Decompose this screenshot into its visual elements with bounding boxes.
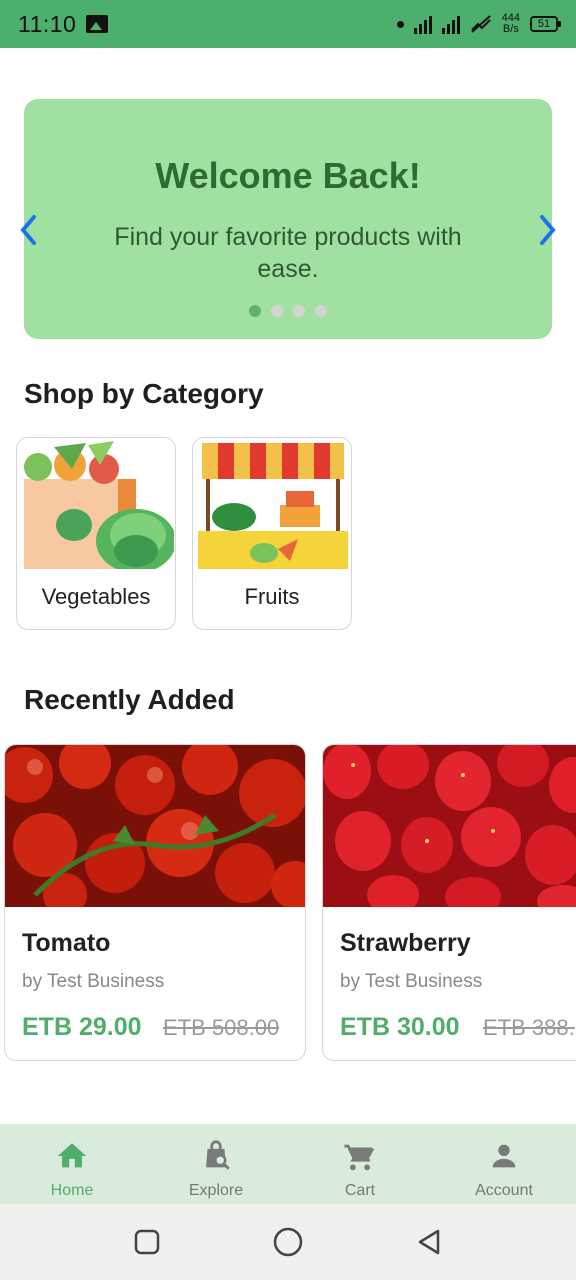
product-price: ETB 29.00 xyxy=(22,1013,142,1041)
back-triangle-icon xyxy=(418,1229,440,1255)
signal-icon xyxy=(413,14,432,34)
chevron-right-icon xyxy=(540,215,556,245)
nav-label: Home xyxy=(50,1182,94,1199)
person-icon xyxy=(486,1138,522,1174)
nav-label: Account xyxy=(475,1182,533,1199)
chevron-left-icon xyxy=(20,215,36,245)
product-name: Strawberry xyxy=(340,929,471,957)
recent-section-title: Recently Added xyxy=(24,684,235,715)
cart-icon xyxy=(342,1138,378,1174)
status-bar: 11:10 444 B/s 51 xyxy=(0,0,576,48)
bottom-navigation: Home Explore Cart Account xyxy=(0,1124,576,1204)
category-section-title: Shop by Category xyxy=(24,378,264,409)
carousel-dot[interactable] xyxy=(293,305,305,317)
category-label: Vegetables xyxy=(41,584,151,609)
tomato-photo xyxy=(5,745,305,907)
home-system-button[interactable] xyxy=(270,1224,306,1260)
system-navigation-bar xyxy=(0,1204,576,1280)
nav-label: Cart xyxy=(344,1182,376,1199)
product-name: Tomato xyxy=(22,929,111,957)
product-seller: by Test Business xyxy=(22,971,165,992)
status-time: 11:10 xyxy=(18,10,77,37)
grocery-bag-illustration xyxy=(18,439,174,569)
home-circle-icon xyxy=(273,1227,303,1257)
product-seller: by Test Business xyxy=(340,971,483,992)
wifi-off-icon xyxy=(470,15,491,33)
dot-icon xyxy=(396,20,404,28)
carousel-dot[interactable] xyxy=(315,305,327,317)
banner-title: Welcome Back! xyxy=(155,155,421,196)
carousel-dot[interactable] xyxy=(249,305,261,317)
image-icon xyxy=(86,15,109,33)
strawberry-photo xyxy=(323,745,576,907)
nav-explore[interactable]: Explore xyxy=(144,1124,288,1204)
recents-button[interactable] xyxy=(129,1224,165,1260)
welcome-banner: Welcome Back! Find your favorite product… xyxy=(24,99,552,339)
back-system-button[interactable] xyxy=(411,1224,447,1260)
product-old-price: ETB 388. xyxy=(483,1015,575,1040)
signal-icon xyxy=(441,14,460,34)
nav-account[interactable]: Account xyxy=(432,1124,576,1204)
category-card-fruits[interactable]: Fruits xyxy=(192,437,352,630)
carousel-dots xyxy=(24,305,552,317)
status-icons: 444 B/s 51 xyxy=(396,12,561,35)
carousel-next-button[interactable] xyxy=(536,210,560,250)
category-label: Fruits xyxy=(244,584,300,609)
shopping-bag-search-icon xyxy=(198,1138,234,1174)
carousel-prev-button[interactable] xyxy=(16,210,40,250)
nav-label: Explore xyxy=(188,1182,244,1199)
network-rate: 444 B/s xyxy=(501,12,520,35)
carousel-dot[interactable] xyxy=(271,305,283,317)
market-stall-illustration xyxy=(194,439,350,569)
nav-cart[interactable]: Cart xyxy=(288,1124,432,1204)
nav-home[interactable]: Home xyxy=(0,1124,144,1204)
product-old-price: ETB 508.00 xyxy=(163,1015,280,1040)
product-card-strawberry[interactable]: Strawberry by Test Business ETB 30.00 ET… xyxy=(322,744,576,1061)
battery-icon: 51 xyxy=(530,16,561,32)
home-icon xyxy=(54,1138,90,1174)
product-price: ETB 30.00 xyxy=(340,1013,460,1041)
product-card-tomato[interactable]: Tomato by Test Business ETB 29.00 ETB 50… xyxy=(4,744,306,1061)
recents-square-icon xyxy=(134,1229,160,1255)
category-card-vegetables[interactable]: Vegetables xyxy=(16,437,176,630)
banner-subtitle: Find your favorite products with ease. xyxy=(114,223,462,283)
